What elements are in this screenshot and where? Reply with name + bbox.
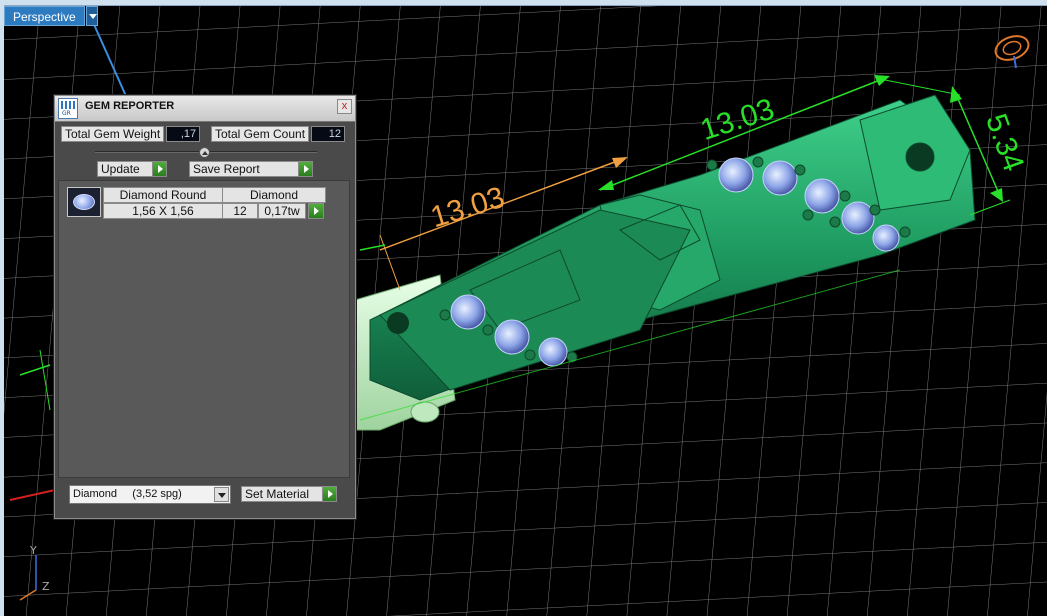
y-axis-label: Y — [30, 544, 37, 557]
total-count-value: 12 — [311, 126, 346, 142]
panel-splitter[interactable] — [95, 147, 317, 158]
set-material-button[interactable]: Set Material — [241, 486, 337, 502]
collapse-knob-icon[interactable] — [199, 147, 210, 158]
window-top-border — [0, 0, 1047, 6]
play-arrow-icon — [298, 162, 312, 176]
gem-reporter-panel: GR GEM REPORTER x Total Gem Weight ,17 T… — [54, 95, 356, 519]
total-weight-label: Total Gem Weight — [61, 126, 165, 142]
save-report-button[interactable]: Save Report — [189, 161, 313, 177]
window-left-border — [0, 0, 4, 616]
panel-titlebar[interactable]: GR GEM REPORTER x — [55, 96, 355, 122]
gem-shape: Diamond Round — [103, 187, 223, 203]
total-count-row: Total Gem Count 12 — [211, 126, 346, 142]
close-button[interactable]: x — [337, 99, 352, 114]
chevron-down-icon[interactable] — [214, 487, 229, 502]
set-material-button-label: Set Material — [245, 487, 310, 501]
material-select-value: Diamond (3,52 spg) — [73, 488, 182, 500]
diamond-gem-icon — [67, 187, 101, 217]
gem-material: Diamond — [222, 187, 326, 203]
play-arrow-icon — [322, 487, 336, 501]
gem-size: 1,56 X 1,56 — [103, 203, 223, 219]
save-report-button-label: Save Report — [193, 162, 260, 176]
gem-count: 12 — [222, 203, 258, 219]
total-weight-value: ,17 — [166, 126, 201, 142]
chevron-down-icon[interactable] — [85, 6, 98, 26]
total-weight-row: Total Gem Weight ,17 — [61, 126, 201, 142]
gem-row-action-button[interactable] — [308, 203, 324, 219]
material-select[interactable]: Diamond (3,52 spg) — [69, 485, 231, 504]
update-button-label: Update — [101, 162, 140, 176]
z-axis-label: Z — [42, 580, 50, 593]
gem-reporter-app-icon: GR — [58, 98, 78, 119]
total-count-label: Total Gem Count — [211, 126, 310, 142]
play-arrow-icon — [152, 162, 166, 176]
gem-list[interactable]: Diamond Round Diamond 1,56 X 1,56 12 0,1… — [58, 180, 350, 478]
view-mode-menu[interactable]: Perspective — [4, 6, 98, 26]
update-button[interactable]: Update — [97, 161, 167, 177]
view-mode-label[interactable]: Perspective — [4, 6, 85, 26]
gem-weight: 0,17tw — [258, 203, 306, 219]
panel-title: GEM REPORTER — [85, 100, 175, 112]
